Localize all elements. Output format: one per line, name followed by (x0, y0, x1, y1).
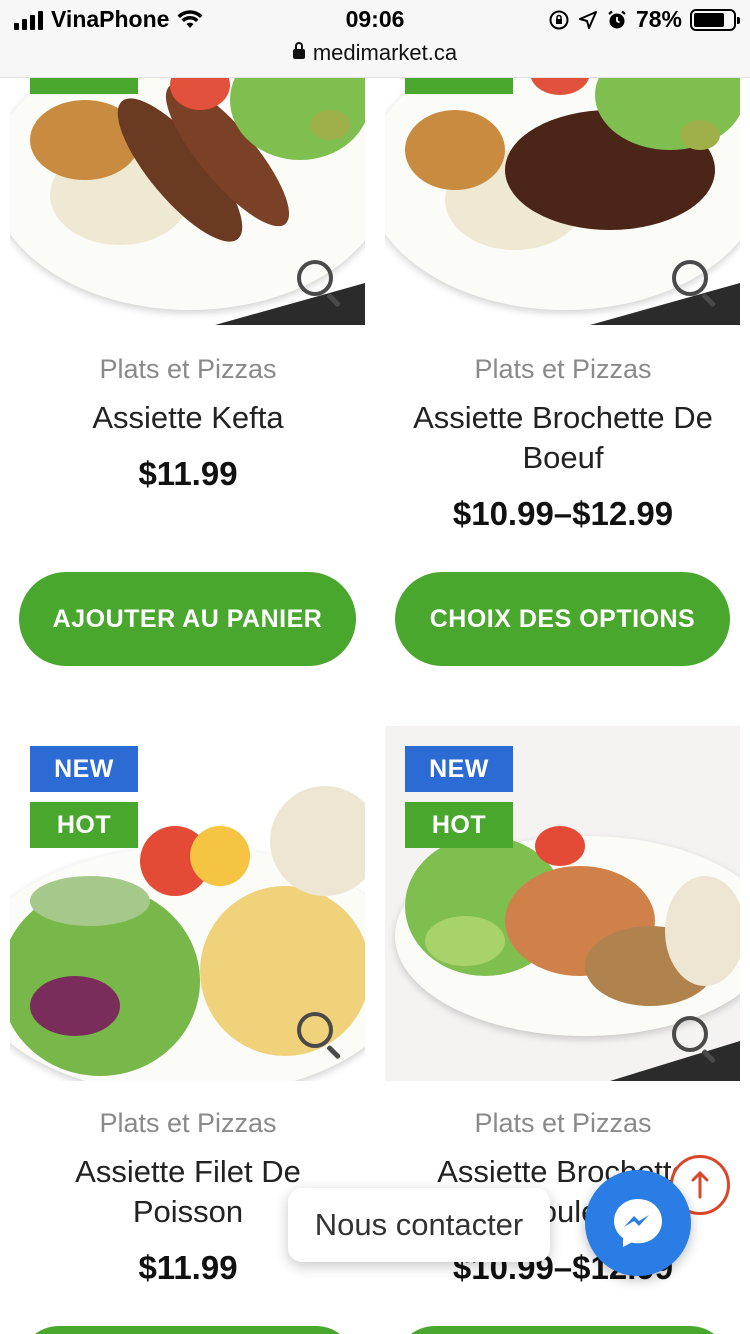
hot-badge: HOT (405, 802, 513, 848)
battery-percent: 78% (635, 6, 682, 32)
arrow-up-icon (691, 1170, 709, 1199)
product-category[interactable]: Plats et Pizzas (10, 354, 366, 385)
add-to-cart-button[interactable]: AJOUTER AU PANIER (19, 572, 356, 666)
messenger-icon (614, 1199, 662, 1247)
product-price: $10.99–$12.99 (452, 495, 674, 532)
url-text: medimarket.ca (312, 40, 458, 65)
product-category[interactable]: Plats et Pizzas (10, 1108, 366, 1139)
hot-badge: HOT (30, 802, 138, 848)
zoom-icon[interactable] (297, 1012, 343, 1060)
ios-status-bar: VinaPhone 09:06 78% medimarket.ca (0, 0, 750, 78)
zoom-icon[interactable] (672, 1016, 718, 1064)
zoom-icon[interactable] (297, 260, 343, 308)
new-badge: NEW (30, 746, 138, 792)
contact-us-label[interactable]: Nous contacter (288, 1188, 550, 1262)
location-arrow-icon (578, 10, 597, 29)
add-to-cart-button[interactable] (19, 1326, 356, 1334)
choose-options-button[interactable]: CHOIX DES OPTIONS (395, 572, 730, 666)
lock-icon (292, 42, 305, 59)
product-category[interactable]: Plats et Pizzas (385, 1108, 741, 1139)
alarm-icon (608, 10, 626, 28)
battery-icon (690, 8, 740, 31)
product-title[interactable]: Assiette Filet De (10, 1152, 366, 1192)
product-category[interactable]: Plats et Pizzas (385, 354, 741, 385)
choose-options-button[interactable] (395, 1326, 730, 1334)
product-title[interactable]: Assiette Kefta (10, 398, 366, 438)
messenger-chat-button[interactable] (585, 1170, 691, 1276)
product-title[interactable]: Assiette Brochette De (385, 398, 741, 438)
new-badge: NEW (405, 746, 513, 792)
product-price: $11.99 (138, 455, 238, 492)
zoom-icon[interactable] (672, 260, 718, 308)
product-title-line2[interactable]: Boeuf (385, 438, 741, 478)
address-bar[interactable]: medimarket.ca (0, 40, 750, 66)
orientation-lock-icon (549, 10, 569, 29)
